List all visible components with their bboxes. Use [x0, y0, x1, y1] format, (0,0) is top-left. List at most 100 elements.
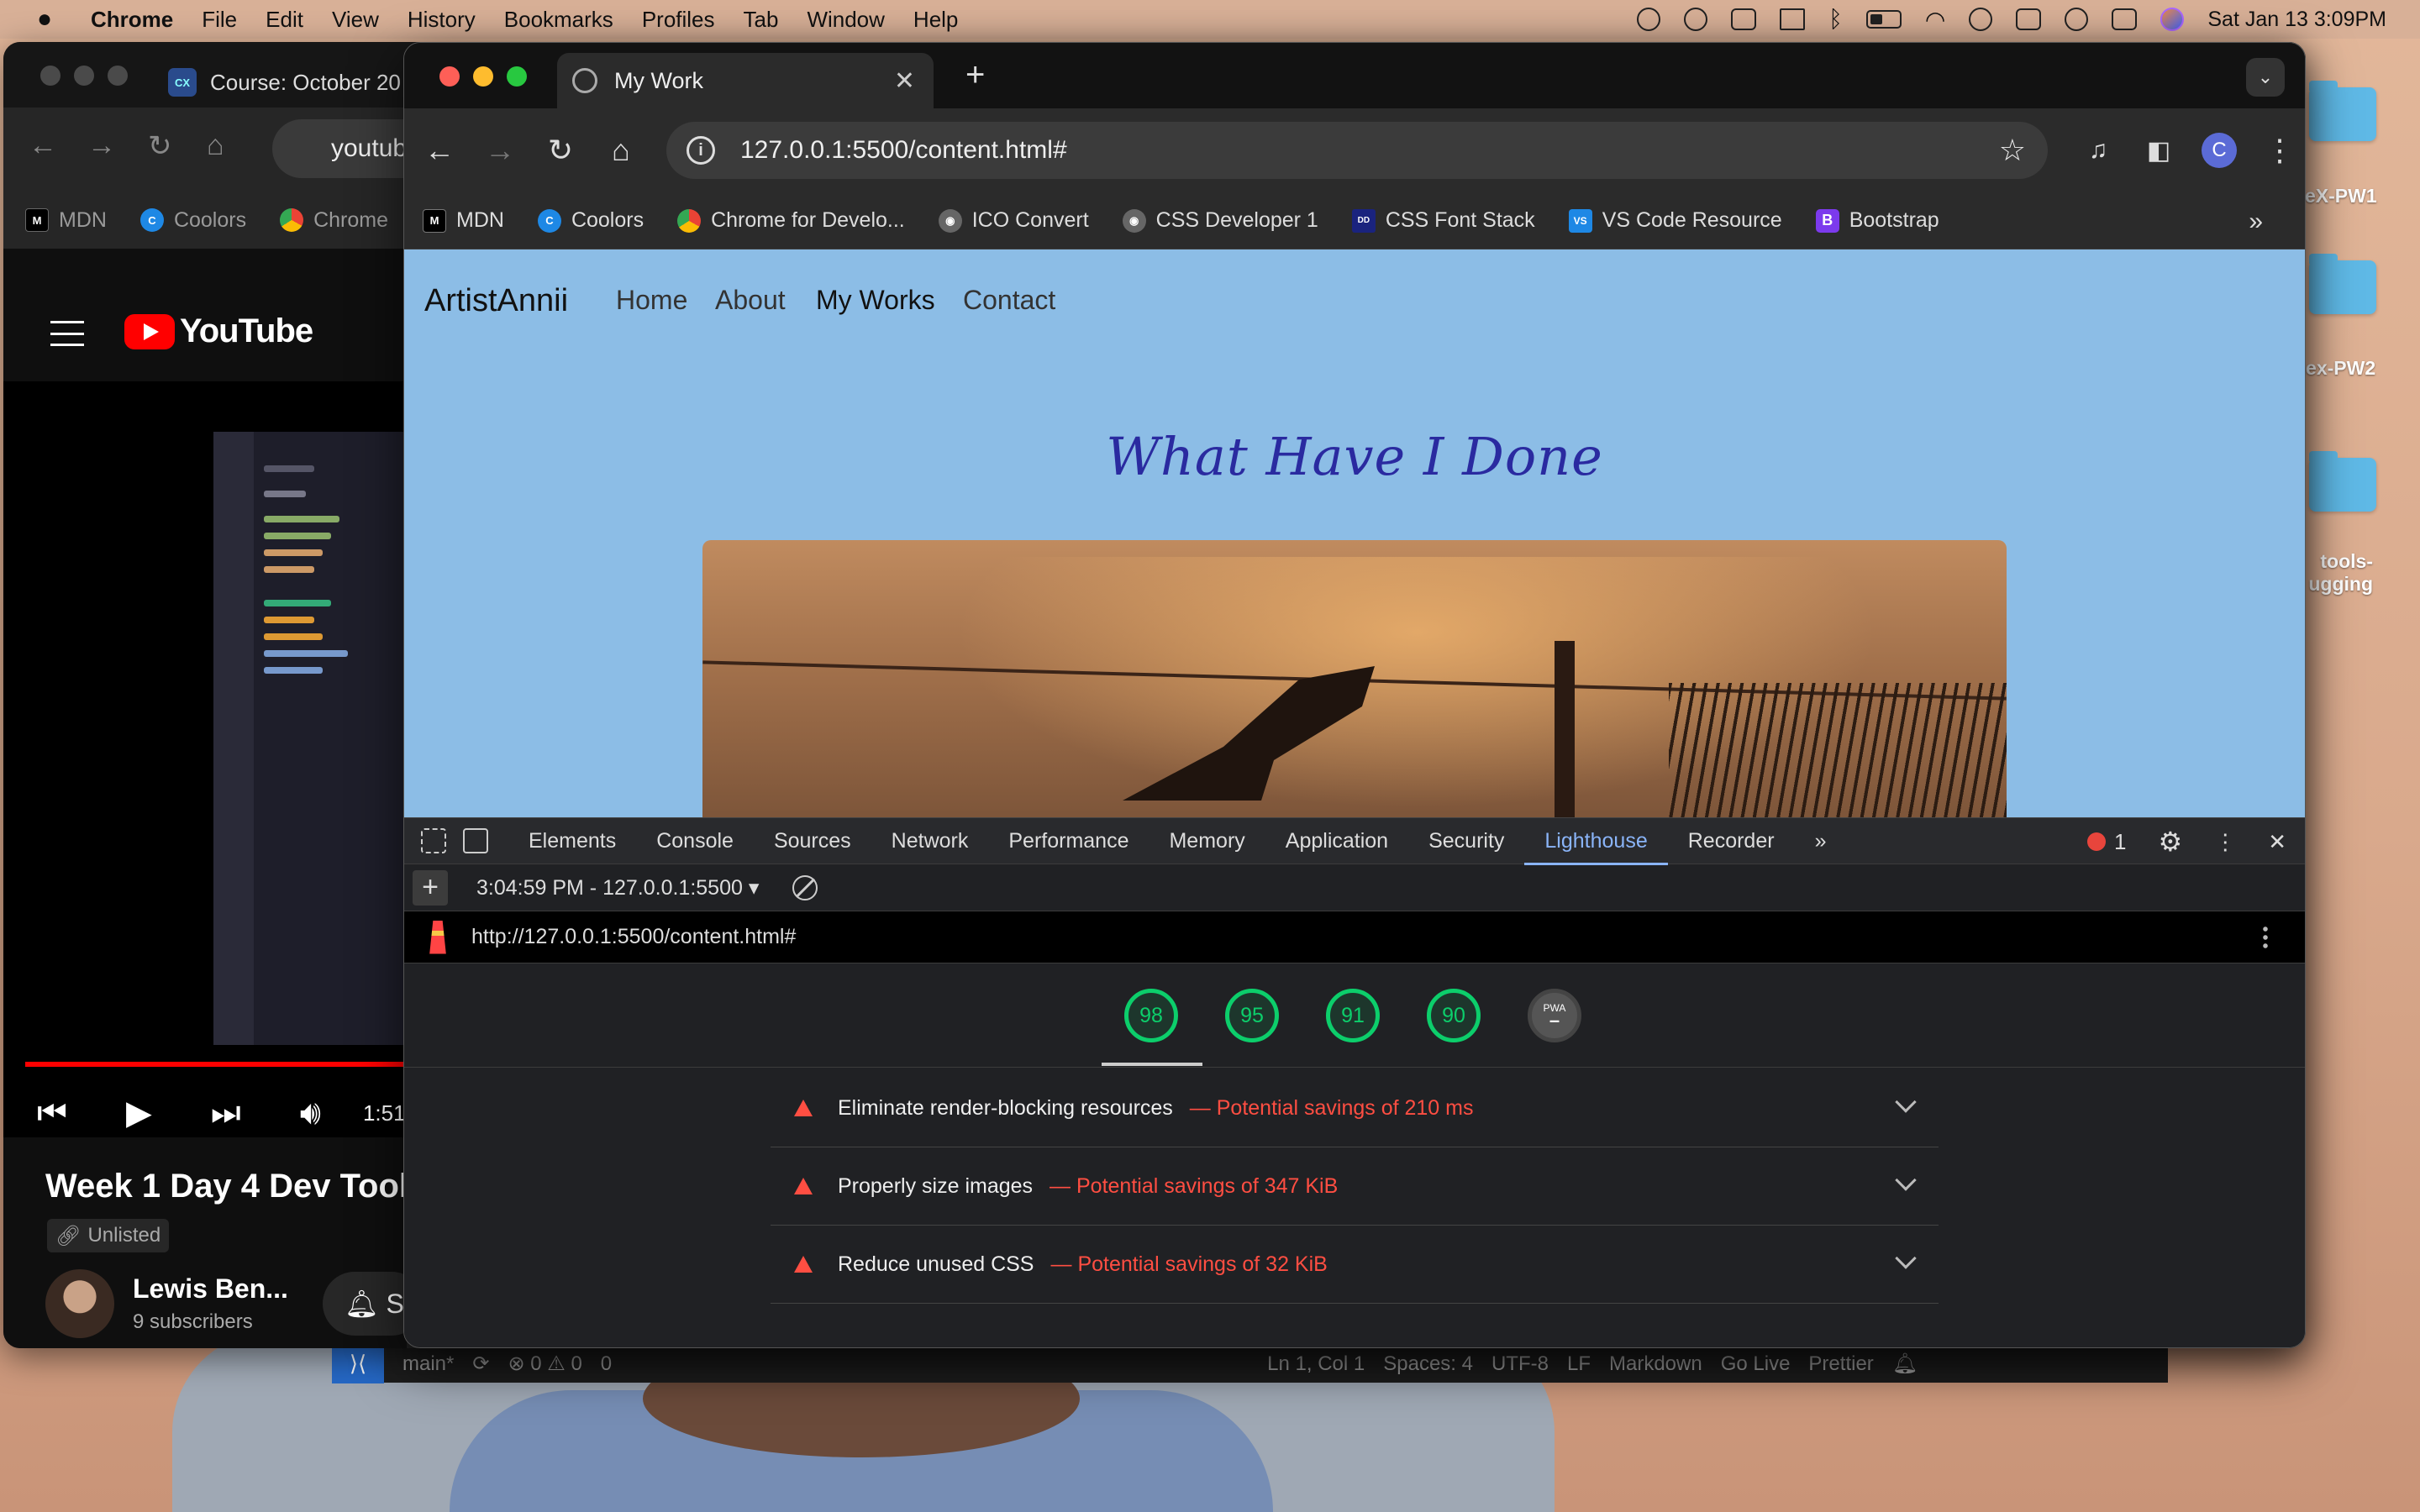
- profile-avatar[interactable]: C: [2196, 127, 2243, 174]
- tab-recorder[interactable]: Recorder: [1688, 829, 1775, 853]
- menu-history[interactable]: History: [408, 7, 476, 33]
- error-counter[interactable]: 1: [2087, 829, 2127, 855]
- branch-label[interactable]: main*: [402, 1352, 454, 1376]
- volume-icon[interactable]: 🔊︎: [300, 1095, 321, 1132]
- folder-icon[interactable]: [2309, 254, 2376, 314]
- airdrop-icon[interactable]: [1637, 8, 1661, 31]
- search-icon[interactable]: [2065, 8, 2089, 31]
- clear-reports-icon[interactable]: [792, 874, 818, 900]
- eol[interactable]: LF: [1567, 1352, 1591, 1376]
- go-live-button[interactable]: Go Live: [1721, 1352, 1791, 1376]
- tab-lighthouse[interactable]: Lighthouse: [1524, 829, 1669, 865]
- site-brand[interactable]: ArtistAnnii: [424, 283, 568, 319]
- bookmark-coolors[interactable]: C Coolors: [537, 208, 644, 233]
- devtools-menu-icon[interactable]: ⋮: [2214, 829, 2236, 855]
- tab-elements[interactable]: Elements: [529, 829, 616, 853]
- menu-tab[interactable]: Tab: [744, 7, 779, 33]
- menu-bookmarks[interactable]: Bookmarks: [504, 7, 613, 33]
- play-icon[interactable]: ▶: [126, 1094, 152, 1132]
- next-icon[interactable]: ⏭: [211, 1095, 241, 1132]
- indentation[interactable]: Spaces: 4: [1383, 1352, 1473, 1376]
- performance-score[interactable]: 98: [1124, 989, 1178, 1042]
- previous-icon[interactable]: ⏮: [37, 1095, 67, 1132]
- bookmark-bootstrap[interactable]: B Bootstrap: [1815, 208, 1939, 233]
- audit-item[interactable]: Properly size images — Potential savings…: [771, 1147, 1939, 1226]
- apple-icon[interactable]: ●: [34, 5, 55, 33]
- nav-my-works[interactable]: My Works: [816, 285, 935, 316]
- window-controls[interactable]: [40, 66, 128, 86]
- channel-name[interactable]: Lewis Ben...: [133, 1273, 288, 1305]
- ports-count[interactable]: 0: [601, 1352, 612, 1376]
- tab-search-icon[interactable]: ⌄: [2246, 58, 2285, 97]
- report-menu-icon[interactable]: [2263, 925, 2268, 950]
- forward-icon[interactable]: →: [476, 127, 523, 174]
- nav-contact[interactable]: Contact: [963, 285, 1055, 316]
- zoom-window-button[interactable]: [507, 66, 527, 87]
- bookmark-css-developer[interactable]: ◉ CSS Developer 1: [1122, 208, 1318, 233]
- audit-item[interactable]: Eliminate render-blocking resources — Po…: [771, 1069, 1939, 1147]
- close-tab-icon[interactable]: ✕: [894, 66, 915, 96]
- chevron-down-icon[interactable]: [1895, 1169, 1917, 1191]
- bookmark-vs-code-resource[interactable]: VS VS Code Resource: [1568, 208, 1782, 233]
- user-icon[interactable]: [1969, 8, 1993, 31]
- bookmark-chrome[interactable]: Chrome: [280, 208, 388, 233]
- video-player[interactable]: ⏮ ▶ ⏭ 🔊︎ 1:51:0: [3, 381, 424, 1137]
- battery-icon[interactable]: [1865, 10, 1902, 29]
- menu-icon[interactable]: [50, 321, 84, 346]
- channel-avatar[interactable]: [45, 1269, 114, 1338]
- remote-icon[interactable]: ⟩⟨: [332, 1344, 384, 1383]
- problems-count[interactable]: ⊗ 0 ⚠ 0: [508, 1352, 581, 1376]
- seo-score[interactable]: 90: [1427, 989, 1481, 1042]
- minimize-window-button[interactable]: [473, 66, 493, 87]
- play-icon[interactable]: [1684, 8, 1708, 31]
- pwa-badge[interactable]: PWA –: [1528, 989, 1581, 1042]
- tab-network[interactable]: Network: [892, 829, 969, 853]
- clock[interactable]: Sat Jan 13 3:09PM: [2207, 8, 2386, 32]
- url-text[interactable]: 127.0.0.1:5500/content.html#: [740, 136, 1067, 165]
- encoding[interactable]: UTF-8: [1491, 1352, 1549, 1376]
- home-icon[interactable]: ⌂: [207, 129, 224, 162]
- bluetooth-icon[interactable]: ᛒ: [1828, 6, 1843, 33]
- best-practices-score[interactable]: 91: [1326, 989, 1380, 1042]
- tab-sources[interactable]: Sources: [774, 829, 851, 853]
- keyboard-icon[interactable]: [2016, 8, 2042, 30]
- bookmark-mdn[interactable]: M MDN: [25, 208, 107, 233]
- inspect-element-icon[interactable]: [421, 828, 446, 853]
- menu-edit[interactable]: Edit: [266, 7, 303, 33]
- chevron-down-icon[interactable]: [1895, 1247, 1917, 1269]
- menu-profiles[interactable]: Profiles: [642, 7, 715, 33]
- reload-icon[interactable]: ↻: [148, 129, 172, 163]
- bookmark-chrome-for-developers[interactable]: Chrome for Develo...: [677, 208, 905, 233]
- chrome-menu-icon[interactable]: ⋮: [2256, 127, 2303, 174]
- video-progress-bar[interactable]: [25, 1062, 407, 1067]
- more-tabs-icon[interactable]: »: [1815, 829, 1827, 853]
- prettier-button[interactable]: Prettier: [1808, 1352, 1873, 1376]
- close-devtools-icon[interactable]: ✕: [2268, 829, 2286, 855]
- report-selector[interactable]: 3:04:59 PM - 127.0.0.1:5500 ▾: [476, 875, 759, 900]
- device-toolbar-icon[interactable]: [463, 828, 488, 853]
- forward-icon[interactable]: →: [87, 129, 116, 162]
- more-bookmarks-icon[interactable]: »: [2249, 207, 2263, 236]
- language-mode[interactable]: Markdown: [1609, 1352, 1702, 1376]
- menu-help[interactable]: Help: [913, 7, 958, 33]
- side-panel-icon[interactable]: ◧: [2135, 127, 2182, 174]
- audit-item[interactable]: Reduce unused CSS — Potential savings of…: [771, 1226, 1939, 1304]
- accessibility-score[interactable]: 95: [1225, 989, 1279, 1042]
- tab-memory[interactable]: Memory: [1169, 829, 1244, 853]
- bookmark-css-font-stack[interactable]: DD CSS Font Stack: [1351, 208, 1535, 233]
- cursor-position[interactable]: Ln 1, Col 1: [1267, 1352, 1365, 1376]
- bookmark-mdn[interactable]: M MDN: [423, 208, 504, 233]
- tab-application[interactable]: Application: [1286, 829, 1388, 853]
- wifi-icon[interactable]: ◠: [1925, 6, 1945, 34]
- reload-icon[interactable]: ↻: [537, 127, 584, 174]
- chevron-down-icon[interactable]: [1895, 1091, 1917, 1113]
- youtube-logo[interactable]: YouTube: [124, 312, 313, 350]
- back-icon[interactable]: ←: [416, 127, 463, 174]
- bell-icon[interactable]: 🔔︎: [1892, 1352, 1918, 1376]
- control-center-icon[interactable]: [2112, 8, 2138, 30]
- back-icon[interactable]: ←: [29, 129, 57, 162]
- tab-performance[interactable]: Performance: [1008, 829, 1128, 853]
- siri-icon[interactable]: [2160, 8, 2185, 31]
- close-window-button[interactable]: [439, 66, 460, 87]
- menu-file[interactable]: File: [202, 7, 237, 33]
